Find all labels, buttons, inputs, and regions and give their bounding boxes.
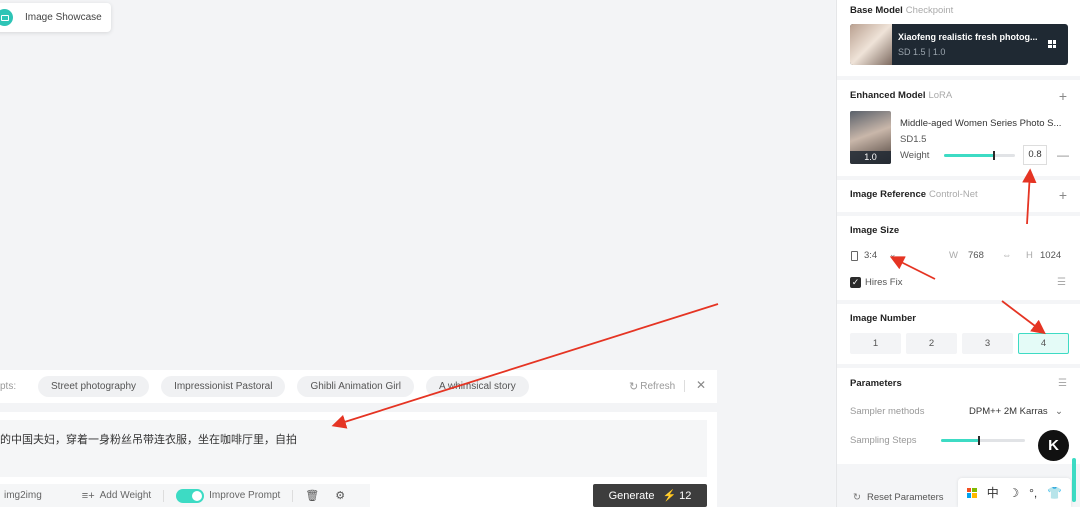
width-input[interactable]: 768 [968, 250, 984, 261]
suggestions-prefix: pts: [0, 381, 17, 392]
suggestion-chip[interactable]: Ghibli Animation Girl [297, 376, 415, 397]
parameters-title: Parameters [850, 378, 902, 389]
grid-icon[interactable] [1048, 40, 1056, 48]
lora-badge: 1.0 [850, 151, 891, 164]
chinese-input-icon[interactable]: 中 [987, 484, 999, 501]
image-number-option-4[interactable]: 4 [1018, 333, 1069, 354]
slider-handle[interactable] [992, 151, 995, 160]
steps-label: Sampling Steps [850, 435, 917, 446]
prompt-suggestions-bar: pts: Street photography Impressionist Pa… [0, 370, 717, 403]
lora-weight-input[interactable]: 0.8 [1023, 145, 1047, 165]
add-weight-icon: ≡+ [81, 489, 95, 502]
sampler-label: Sampler methods [850, 406, 925, 417]
base-model-title: Base Model Checkpoint [850, 5, 954, 16]
prompt-toolbar: img2img ≡+ Add Weight Improve Prompt 🗑 ⚙ [0, 484, 370, 507]
suggestion-chip[interactable]: Impressionist Pastoral [161, 376, 286, 397]
base-model-name: Xiaofeng realistic fresh photog... [898, 32, 1038, 42]
add-weight-button[interactable]: ≡+ Add Weight [82, 490, 151, 502]
image-showcase-button[interactable]: Image Showcase [0, 3, 111, 32]
refresh-label: Refresh [640, 381, 676, 392]
width-label: W [949, 250, 958, 261]
divider [163, 489, 165, 502]
portrait-icon [851, 251, 858, 261]
punctuation-icon[interactable]: °, [1029, 486, 1037, 500]
chevron-down-icon[interactable]: ⌄ [889, 249, 897, 260]
model-thumbnail [850, 24, 892, 65]
suggestion-chip[interactable]: A whimsical story [426, 376, 529, 397]
enhanced-model-title: Enhanced Model LoRA [850, 90, 953, 101]
refresh-icon: ↻ [629, 381, 639, 393]
settings-icon[interactable]: ⚙ [335, 489, 345, 502]
add-weight-label: Add Weight [99, 490, 152, 501]
hires-fix-label: Hires Fix [865, 277, 903, 288]
reset-label: Reset Parameters [866, 492, 944, 503]
add-lora-icon[interactable]: + [1059, 89, 1067, 103]
remove-lora-icon[interactable]: — [1057, 148, 1069, 162]
canvas-area: Image Showcase pts: Street photography I… [0, 0, 835, 507]
image-reference-section: Image Reference Control-Net + [837, 180, 1080, 212]
close-icon[interactable]: ✕ [696, 378, 706, 392]
assistant-button[interactable]: K [1038, 430, 1069, 461]
improve-prompt-label: Improve Prompt [209, 490, 281, 501]
add-reference-icon[interactable]: + [1059, 188, 1067, 202]
lora-thumbnail[interactable]: 1.0 [850, 111, 891, 164]
base-model-card[interactable]: Xiaofeng realistic fresh photog... SD 1.… [850, 24, 1068, 65]
hires-fix-checkbox[interactable]: ✓ [850, 277, 861, 288]
lora-weight-label: Weight [900, 150, 930, 161]
image-reference-title: Image Reference Control-Net [850, 189, 978, 200]
lora-version: SD1.5 [900, 134, 927, 145]
generate-button[interactable]: Generate ⚡ 12 [593, 484, 707, 507]
slider-handle[interactable] [977, 436, 980, 445]
sliders-icon[interactable]: ☰ [1057, 277, 1066, 288]
divider [684, 380, 685, 392]
trash-icon[interactable]: 🗑 [305, 489, 319, 502]
aspect-ratio-select[interactable]: 3:4 [864, 250, 877, 261]
height-label: H [1026, 250, 1033, 261]
link-icon[interactable]: ⇔ [1002, 250, 1012, 261]
generate-cost: 12 [679, 489, 692, 502]
image-number-option-2[interactable]: 2 [906, 333, 957, 354]
base-model-section: Base Model Checkpoint Xiaofeng realistic … [837, 0, 1080, 76]
shirt-icon[interactable]: 👕 [1047, 486, 1062, 500]
reset-icon: ↻ [853, 492, 861, 503]
image-showcase-label: Image Showcase [25, 12, 102, 23]
slider-fill [944, 154, 994, 157]
suggestion-chip[interactable]: Street photography [38, 376, 150, 397]
img2img-button[interactable]: img2img [4, 490, 42, 501]
sliders-icon[interactable]: ☰ [1058, 378, 1067, 389]
moon-icon[interactable]: ☽ [1009, 486, 1020, 500]
slider-fill [941, 439, 979, 442]
sampler-select[interactable]: DPM++ 2M Karras [969, 406, 1048, 417]
image-number-option-1[interactable]: 1 [850, 333, 901, 354]
reset-parameters-button[interactable]: ↻ Reset Parameters [853, 492, 944, 503]
lora-name: Middle-aged Women Series Photo S... [900, 118, 1062, 129]
improve-prompt-toggle[interactable]: Improve Prompt [176, 488, 281, 503]
side-handle[interactable] [1072, 458, 1076, 502]
lora-weight-slider[interactable] [944, 151, 1015, 160]
generate-label: Generate [608, 489, 655, 502]
sampling-steps-slider[interactable] [941, 436, 1025, 445]
gallery-icon [0, 9, 13, 26]
image-number-title: Image Number [850, 313, 916, 324]
prompt-input[interactable]: 的中国夫妇，穿着一身粉丝吊带连衣服，坐在咖啡厅里，自拍 [0, 420, 707, 477]
ime-toolbar: 中 ☽ °, 👕 [958, 478, 1071, 507]
divider [292, 489, 294, 502]
chevron-down-icon[interactable]: ⌄ [1055, 406, 1063, 417]
refresh-button[interactable]: ↻ Refresh [629, 380, 675, 393]
windows-logo-icon[interactable] [966, 487, 977, 498]
toggle-switch[interactable] [176, 488, 205, 503]
base-model-version: SD 1.5 | 1.0 [898, 47, 946, 57]
height-input[interactable]: 1024 [1040, 250, 1061, 261]
image-size-title: Image Size [850, 225, 900, 236]
lightning-icon: ⚡ [662, 490, 677, 502]
settings-panel: Base Model Checkpoint Xiaofeng realistic … [836, 0, 1080, 507]
image-number-option-3[interactable]: 3 [962, 333, 1013, 354]
